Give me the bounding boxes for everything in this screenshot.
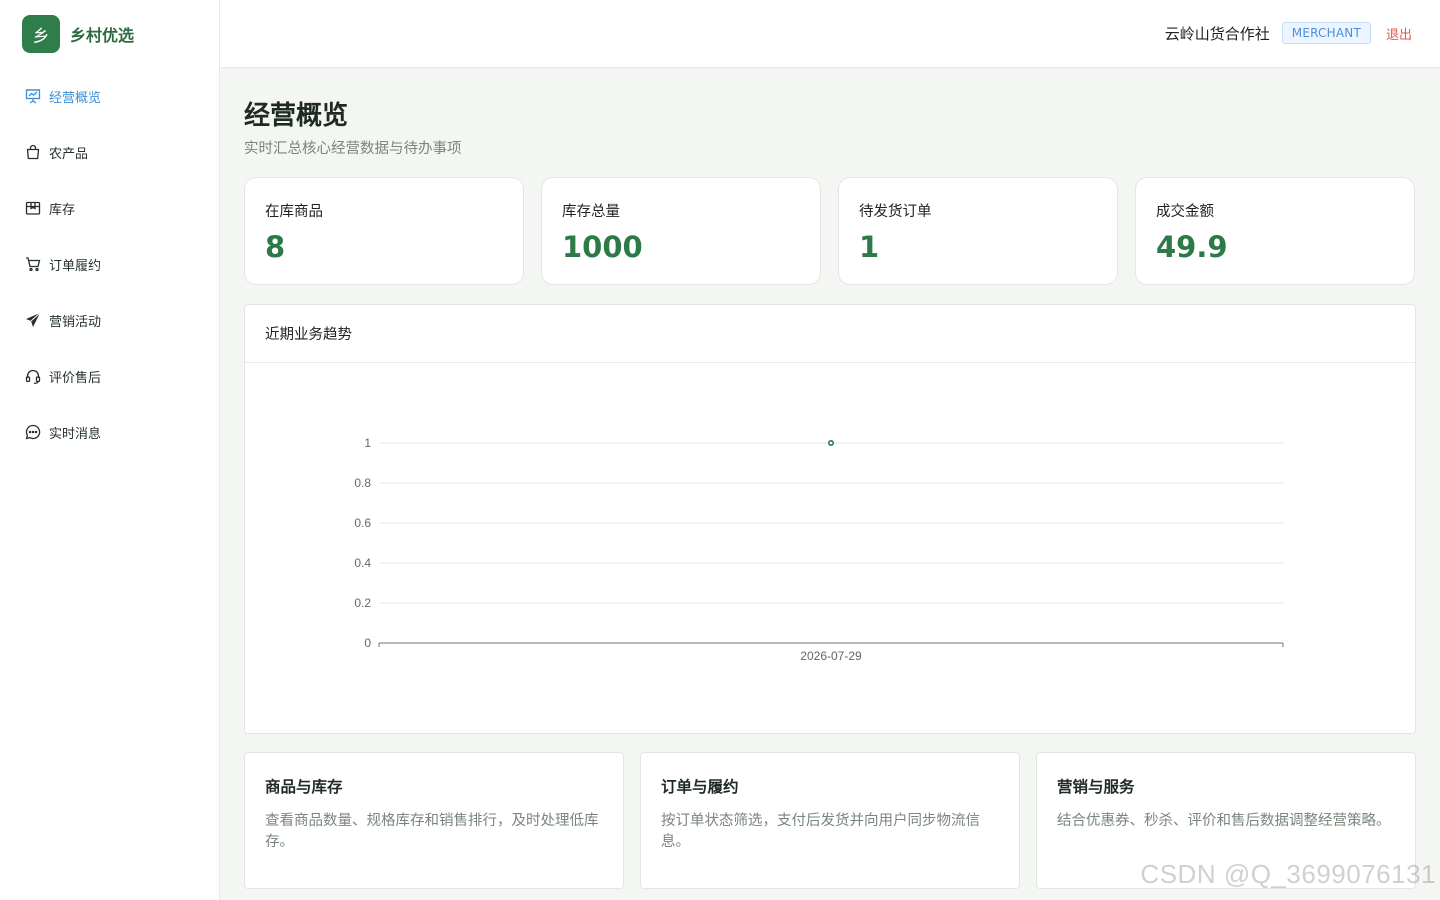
sidebar-item-label: 农产品 xyxy=(49,146,89,162)
top-header: 云岭山货合作社 MERCHANT 退出 xyxy=(220,0,1440,68)
presentation-icon xyxy=(24,87,42,105)
y-tick-label: 0.6 xyxy=(354,516,371,530)
sidebar-item-label: 库存 xyxy=(49,202,76,218)
sidebar-item-marketing[interactable]: 营销活动 xyxy=(0,292,219,348)
info-card-desc: 结合优惠券、秒杀、评价和售后数据调整经营策略。 xyxy=(1057,813,1391,829)
sidebar-item-messages[interactable]: 实时消息 xyxy=(0,404,219,460)
y-tick-label: 0.2 xyxy=(354,596,371,610)
watermark: CSDN @Q_3699076131 xyxy=(1140,859,1436,889)
sidebar-item-label: 经营概览 xyxy=(49,90,102,106)
page-subtitle: 实时汇总核心经营数据与待办事项 xyxy=(244,141,462,157)
send-icon xyxy=(24,311,42,329)
sidebar-item-overview[interactable]: 经营概览 xyxy=(0,68,219,124)
brand[interactable]: 乡 乡村优选 xyxy=(22,15,134,53)
info-card-products-inventory: 商品与库存 查看商品数量、规格库存和销售排行，及时处理低库存。 xyxy=(244,752,624,889)
trend-chart-card: 近期业务趋势 0 0.2 0.4 0.6 0.8 1 2026-07-29 xyxy=(244,304,1416,734)
sidebar-item-label: 评价售后 xyxy=(49,370,102,386)
headset-icon xyxy=(24,367,42,385)
brand-name: 乡村优选 xyxy=(70,26,135,45)
stat-value: 1 xyxy=(859,230,880,264)
stat-card-pending-orders: 待发货订单 1 xyxy=(838,177,1118,285)
sidebar-item-orders[interactable]: 订单履约 xyxy=(0,236,219,292)
chat-icon xyxy=(24,423,42,441)
header-user-area: 云岭山货合作社 MERCHANT 退出 xyxy=(1165,22,1412,44)
sidebar-item-inventory[interactable]: 库存 xyxy=(0,180,219,236)
info-card-orders-fulfillment: 订单与履约 按订单状态筛选，支付后发货并向用户同步物流信息。 xyxy=(640,752,1020,889)
info-card-desc: 查看商品数量、规格库存和销售排行，及时处理低库存。 xyxy=(265,813,599,850)
trend-chart: 0 0.2 0.4 0.6 0.8 1 2026-07-29 xyxy=(354,436,1284,663)
coop-name: 云岭山货合作社 xyxy=(1164,24,1270,43)
sidebar-item-label: 订单履约 xyxy=(49,258,102,274)
sidebar: 乡 乡村优选 经营概览 农产品 库存 订单履约 营销活动 评价售后 实时消息 xyxy=(0,0,220,900)
stat-label: 待发货订单 xyxy=(859,204,932,220)
stat-card-revenue: 成交金额 49.9 xyxy=(1135,177,1415,285)
bag-icon xyxy=(24,143,42,161)
y-tick-label: 0 xyxy=(364,636,371,650)
stat-value: 49.9 xyxy=(1156,230,1228,264)
data-point xyxy=(827,440,834,447)
info-card-title: 订单与履约 xyxy=(661,778,739,796)
stat-label: 在库商品 xyxy=(265,204,323,220)
stat-value: 1000 xyxy=(562,230,643,264)
stat-label: 库存总量 xyxy=(562,204,620,220)
page-title: 经营概览 xyxy=(244,101,349,131)
stat-value: 8 xyxy=(265,230,286,264)
sidebar-item-label: 营销活动 xyxy=(49,314,102,330)
info-card-desc: 按订单状态筛选，支付后发货并向用户同步物流信息。 xyxy=(661,813,980,850)
stat-card-stock: 库存总量 1000 xyxy=(541,177,821,285)
x-tick-label: 2026-07-29 xyxy=(800,649,862,663)
role-badge: MERCHANT xyxy=(1281,22,1371,44)
sidebar-nav: 经营概览 农产品 库存 订单履约 营销活动 评价售后 实时消息 xyxy=(0,68,219,460)
chart-title: 近期业务趋势 xyxy=(245,305,1415,363)
cart-icon xyxy=(24,255,42,273)
info-card-title: 营销与服务 xyxy=(1057,778,1135,796)
sidebar-item-reviews[interactable]: 评价售后 xyxy=(0,348,219,404)
box-icon xyxy=(24,199,42,217)
stat-label: 成交金额 xyxy=(1156,204,1214,220)
logout-link[interactable]: 退出 xyxy=(1386,24,1412,43)
brand-logo: 乡 xyxy=(22,15,60,53)
info-card-title: 商品与库存 xyxy=(265,778,343,796)
sidebar-item-products[interactable]: 农产品 xyxy=(0,124,219,180)
stat-card-products: 在库商品 8 xyxy=(244,177,524,285)
y-tick-label: 0.4 xyxy=(354,556,371,570)
y-tick-label: 0.8 xyxy=(354,476,371,490)
sidebar-item-label: 实时消息 xyxy=(49,426,102,442)
y-tick-label: 1 xyxy=(364,436,371,450)
